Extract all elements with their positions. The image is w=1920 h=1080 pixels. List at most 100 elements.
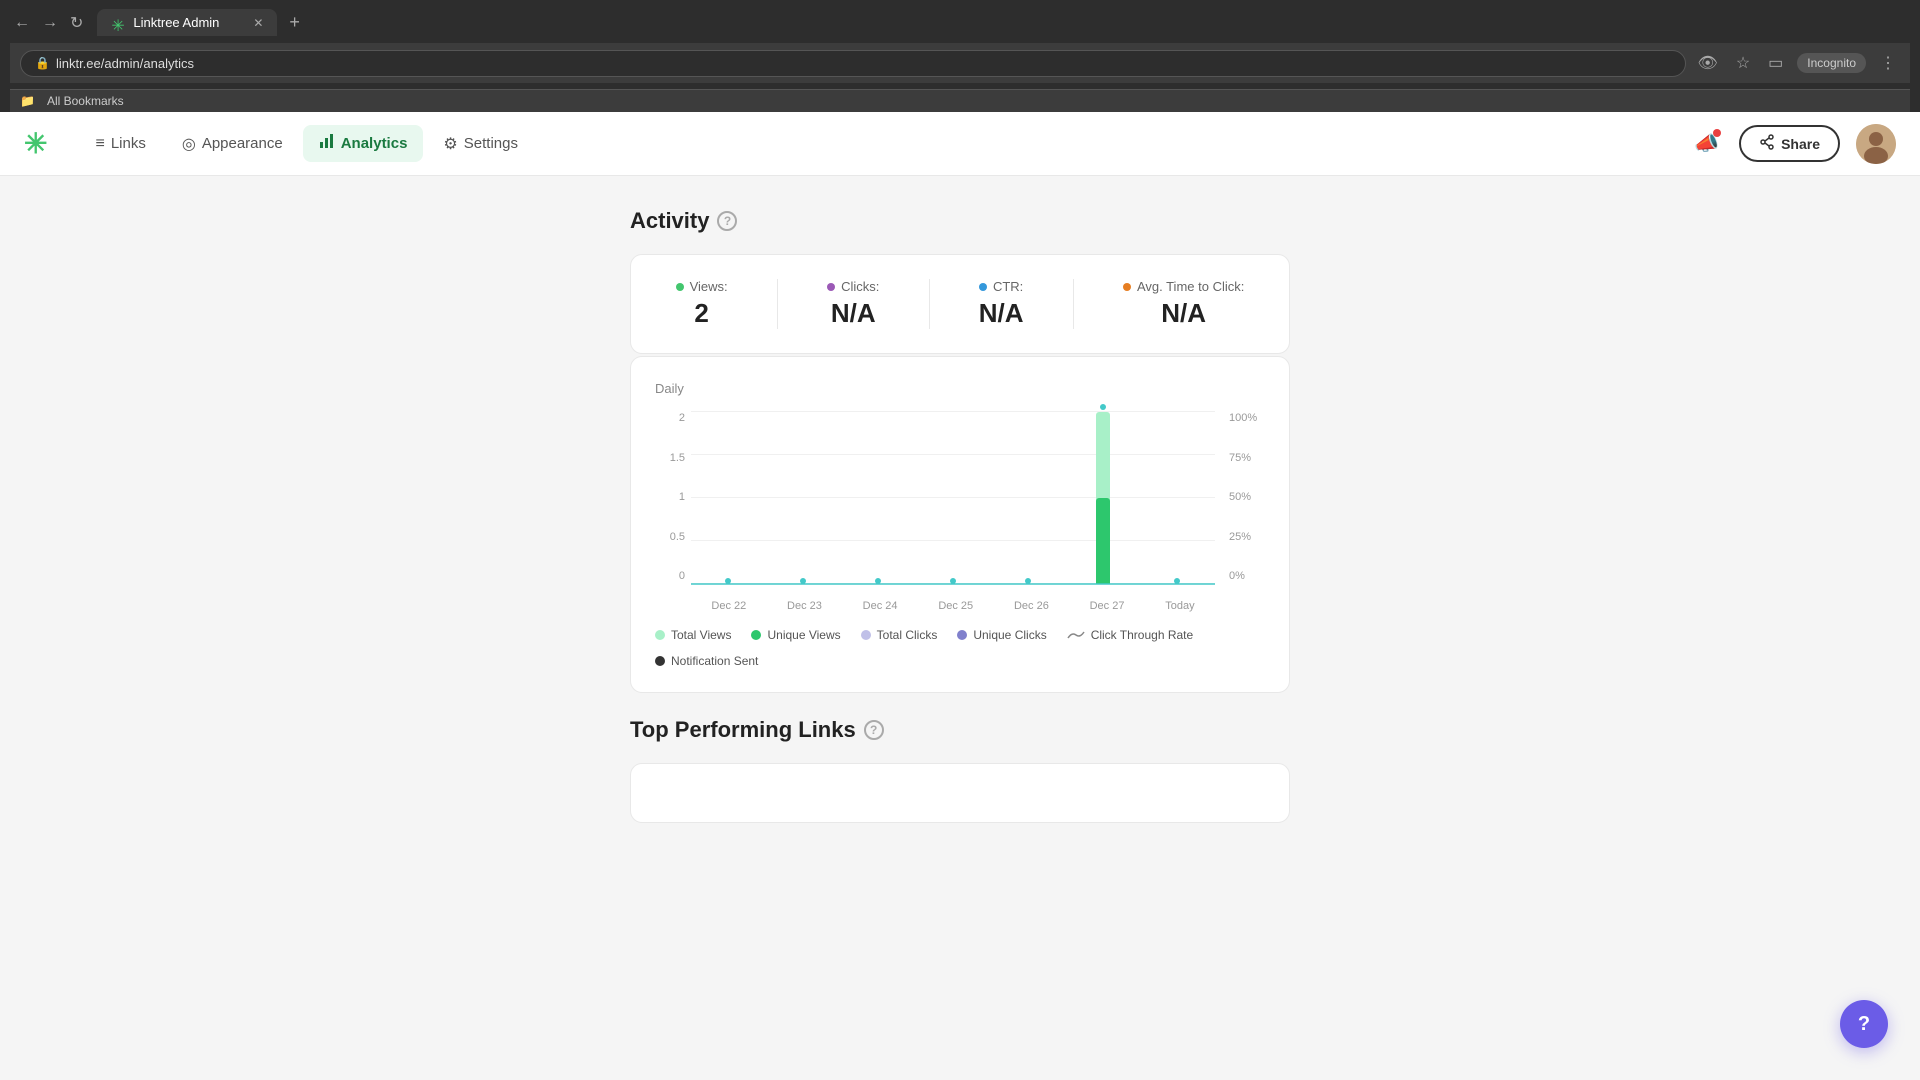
settings-icon: ⚙ xyxy=(443,134,457,154)
browser-tab[interactable]: ✳ Linktree Admin ✕ xyxy=(97,9,277,36)
bookmarks-label: All Bookmarks xyxy=(47,94,124,108)
dot-dec27 xyxy=(1100,404,1106,410)
legend-unique-clicks-dot xyxy=(957,630,967,640)
reload-button[interactable]: ↻ xyxy=(66,9,87,37)
stat-ctr: CTR: N/A xyxy=(979,279,1024,329)
nav-settings-label: Settings xyxy=(464,135,518,152)
app-container: ✳ ≡ Links ◎ Appearance xyxy=(0,112,1920,1072)
new-tab-button[interactable]: + xyxy=(281,8,308,37)
stat-views-label: Views: xyxy=(676,279,728,294)
nav-links: ≡ Links ◎ Appearance Analytics xyxy=(79,125,1690,162)
forward-button[interactable]: → xyxy=(38,9,62,37)
tab-title: Linktree Admin xyxy=(133,15,219,30)
x-label-dec26: Dec 26 xyxy=(1014,600,1049,612)
nav-appearance-label: Appearance xyxy=(202,135,283,152)
bookmarks-folder-icon: 📁 xyxy=(20,94,35,108)
x-axis: Dec 22 Dec 23 Dec 24 Dec 25 Dec 26 Dec 2… xyxy=(691,600,1215,612)
stat-divider-1 xyxy=(777,279,778,329)
views-dot xyxy=(676,283,684,291)
appearance-icon: ◎ xyxy=(182,134,196,154)
top-links-title-row: Top Performing Links ? xyxy=(630,717,1290,743)
address-bar[interactable]: 🔒 linktr.ee/admin/analytics xyxy=(20,50,1686,77)
share-label: Share xyxy=(1781,136,1820,152)
legend-total-clicks-label: Total Clicks xyxy=(877,628,938,642)
clicks-dot xyxy=(827,283,835,291)
legend-ctr-icon xyxy=(1067,630,1085,640)
legend-unique-clicks: Unique Clicks xyxy=(957,628,1046,642)
browser-tabs: ← → ↻ ✳ Linktree Admin ✕ + xyxy=(10,8,1910,37)
legend-total-clicks: Total Clicks xyxy=(861,628,938,642)
browser-toolbar: 🔒 linktr.ee/admin/analytics 👁 ☆ ▭ Incogn… xyxy=(10,43,1910,83)
x-label-dec22: Dec 22 xyxy=(711,600,746,612)
legend-unique-views: Unique Views xyxy=(751,628,840,642)
logo[interactable]: ✳ xyxy=(24,127,47,160)
y-axis-right: 100% 75% 50% 25% 0% xyxy=(1225,412,1265,582)
line-chart-svg xyxy=(691,412,1215,584)
activity-section-title: Activity ? xyxy=(630,208,1290,234)
nav-links-button[interactable]: ≡ Links xyxy=(79,127,161,161)
chart-inner xyxy=(691,412,1215,584)
sidebar-icon[interactable]: ▭ xyxy=(1764,49,1787,77)
stat-views-value: 2 xyxy=(694,298,708,329)
legend-total-views-label: Total Views xyxy=(671,628,731,642)
nav-analytics-button[interactable]: Analytics xyxy=(303,125,424,162)
nav-controls[interactable]: ← → ↻ xyxy=(10,9,87,37)
legend-ctr-label: Click Through Rate xyxy=(1091,628,1194,642)
top-links-help-icon[interactable]: ? xyxy=(864,720,884,740)
eye-slash-icon[interactable]: 👁 xyxy=(1694,49,1722,77)
stats-card: Views: 2 Clicks: N/A CTR: xyxy=(630,254,1290,354)
bookmark-icon[interactable]: ☆ xyxy=(1732,49,1754,77)
x-label-dec23: Dec 23 xyxy=(787,600,822,612)
menu-button[interactable]: ⋮ xyxy=(1876,49,1900,77)
share-icon xyxy=(1759,134,1775,153)
chart-legend: Total Views Unique Views Total Clicks Un… xyxy=(655,628,1265,668)
stat-divider-2 xyxy=(929,279,930,329)
legend-ctr: Click Through Rate xyxy=(1067,628,1194,642)
chart-period-label: Daily xyxy=(655,381,1265,396)
top-links-title: Top Performing Links xyxy=(630,717,856,743)
stat-ctr-value: N/A xyxy=(979,298,1024,329)
tab-close-button[interactable]: ✕ xyxy=(253,16,263,30)
incognito-pill[interactable]: Incognito xyxy=(1797,53,1866,73)
back-button[interactable]: ← xyxy=(10,9,34,37)
nav-links-label: Links xyxy=(111,135,146,152)
notification-button[interactable]: 📣 xyxy=(1690,127,1723,160)
chart-area: 2 1.5 1 0.5 0 100% 75% 50% 25% 0% xyxy=(655,412,1265,612)
top-links-card xyxy=(630,763,1290,823)
stat-divider-3 xyxy=(1073,279,1074,329)
chart-card: Daily 2 1.5 1 0.5 0 100% 75% 50% 25% 0% xyxy=(630,356,1290,693)
nav-right: 📣 Share xyxy=(1690,124,1896,164)
y-axis-left: 2 1.5 1 0.5 0 xyxy=(655,412,685,582)
stats-row: Views: 2 Clicks: N/A CTR: xyxy=(663,279,1257,329)
analytics-icon xyxy=(319,133,335,154)
legend-unique-views-label: Unique Views xyxy=(767,628,840,642)
links-icon: ≡ xyxy=(95,135,104,153)
stat-clicks-value: N/A xyxy=(831,298,876,329)
stat-avg-time-label: Avg. Time to Click: xyxy=(1123,279,1244,294)
activity-help-icon[interactable]: ? xyxy=(717,211,737,231)
url-text: linktr.ee/admin/analytics xyxy=(56,56,194,71)
notification-dot xyxy=(1713,129,1721,137)
x-label-today: Today xyxy=(1165,600,1194,612)
nav-analytics-label: Analytics xyxy=(341,135,408,152)
avatar[interactable] xyxy=(1856,124,1896,164)
share-button[interactable]: Share xyxy=(1739,125,1840,162)
x-label-dec27: Dec 27 xyxy=(1090,600,1125,612)
legend-notification-dot xyxy=(655,656,665,666)
avg-time-dot xyxy=(1123,283,1131,291)
stat-clicks-label: Clicks: xyxy=(827,279,879,294)
nav-settings-button[interactable]: ⚙ Settings xyxy=(427,126,534,162)
tab-favicon: ✳ xyxy=(111,16,125,30)
legend-notification-sent: Notification Sent xyxy=(655,654,758,668)
legend-total-views: Total Views xyxy=(655,628,731,642)
x-label-dec25: Dec 25 xyxy=(938,600,973,612)
legend-total-views-dot xyxy=(655,630,665,640)
x-label-dec24: Dec 24 xyxy=(863,600,898,612)
help-fab[interactable]: ? xyxy=(1840,1000,1888,1048)
nav-appearance-button[interactable]: ◎ Appearance xyxy=(166,126,299,162)
stat-views: Views: 2 xyxy=(676,279,728,329)
help-fab-label: ? xyxy=(1858,1013,1870,1036)
stat-avg-time: Avg. Time to Click: N/A xyxy=(1123,279,1244,329)
stat-clicks: Clicks: N/A xyxy=(827,279,879,329)
top-links-section: Top Performing Links ? xyxy=(630,717,1290,823)
